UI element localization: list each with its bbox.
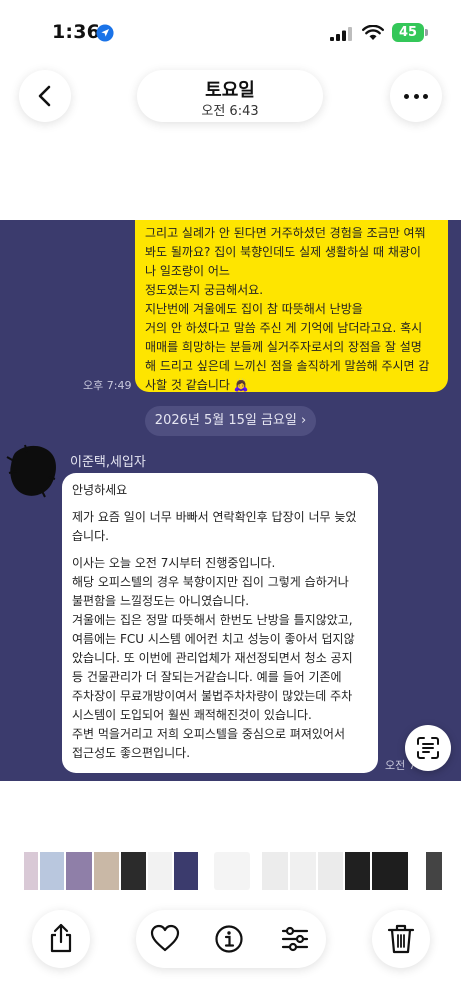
sent-message-line: 매매를 희망하는 분들께 실거주자로서의 장점을 잘 설명 [145, 340, 422, 354]
status-bar: 1:36 45 [0, 0, 461, 62]
photo-thumbnail[interactable] [24, 852, 38, 890]
photo-thumbnail[interactable] [214, 852, 250, 890]
more-dots-icon [404, 94, 409, 99]
received-message-line: 았습니다. 또 이번에 관리업체가 재선정되면서 청소 공지 [72, 651, 353, 665]
received-message-line: 주차장이 무료개방이여서 불법주차차량이 많았는데 주차 [72, 689, 353, 703]
received-message-line: 주변 먹을거리고 저희 오피스텔을 중심으로 펴져있어서 [72, 727, 345, 741]
more-dot [413, 94, 419, 99]
info-button[interactable] [214, 924, 246, 954]
received-message-line: 습니다. [72, 529, 109, 543]
photo-thumbnail[interactable] [290, 852, 316, 890]
avatar [6, 444, 56, 498]
received-message-line: 등 건물관리가 더 잘되는거같습니다. 예를 들어 기존에 [72, 670, 342, 684]
delete-button[interactable] [372, 910, 430, 968]
adjust-sliders-icon [281, 926, 309, 952]
page-subtitle: 오전 6:43 [201, 104, 259, 119]
date-divider-label: 2026년 5월 15일 금요일 [154, 413, 297, 428]
sent-message-line: 거의 안 하셨다고 말씀 주신 게 기억에 남더라고요. 혹시 [145, 321, 423, 335]
photo-thumbnail[interactable] [174, 852, 198, 890]
share-button[interactable] [32, 910, 90, 968]
sent-message-line: 해 드리고 싶은데 느끼신 점을 솔직하게 말씀해 주시면 감 [145, 359, 430, 373]
cellular-signal-icon [330, 27, 352, 41]
received-message-line: 이사는 오늘 오전 7시부터 진행중입니다. [72, 556, 276, 570]
info-icon [215, 925, 243, 953]
photo-thumbnail[interactable] [66, 852, 92, 890]
received-message-line: 제가 요즘 일이 너무 바빠서 연락확인후 답장이 너무 늦었 [72, 510, 357, 524]
bottom-toolbar [0, 910, 461, 970]
received-message-line: 여름에는 FCU 시스템 에어컨 치고 성능이 좋아서 덥지않 [72, 632, 355, 646]
received-message-line: 안녕하세요 [72, 483, 128, 497]
sent-message-line: 봐도 될까요? 집이 북향인데도 실제 생활하실 때 채광이 [145, 245, 421, 259]
received-message-line: 해당 오피스텔의 경우 북향이지만 집이 그렇게 습하거나 [72, 575, 349, 589]
adjust-button[interactable] [280, 924, 312, 954]
received-message-line: 겨울에는 집은 정말 따뜻해서 한번도 난방을 틀지않았고, [72, 613, 353, 627]
share-icon [50, 923, 72, 953]
sent-message-line: 그리고 실례가 안 된다면 거주하셨던 경험을 조금만 여쭤 [145, 226, 426, 240]
more-button[interactable] [390, 70, 442, 122]
photo-thumbnail[interactable] [40, 852, 64, 890]
sent-message-line: 나 일조량이 어느 [145, 264, 230, 278]
received-message-line: 불편함을 느낄정도는 아니였습니다. [72, 594, 250, 608]
wifi-icon [362, 25, 384, 40]
location-arrow-icon [96, 24, 114, 42]
back-button[interactable] [19, 70, 71, 122]
battery-cap [425, 29, 428, 36]
thumbnail-strip[interactable] [0, 852, 461, 890]
more-dot [423, 94, 428, 99]
photo-thumbnail[interactable] [121, 852, 146, 890]
heart-icon [150, 924, 180, 952]
photo-thumbnail[interactable] [148, 852, 172, 890]
received-message-line: 시스템이 도입되어 훨씬 쾌적해진것이 있습니다. [72, 708, 312, 722]
back-chevron-icon [38, 85, 51, 107]
nav-header: 토요일 오전 6:43 [0, 62, 461, 132]
sent-timestamp: 오후 7:49 [83, 379, 132, 392]
page-title: 토요일 [205, 80, 255, 101]
chat-screenshot[interactable]: 그리고 실례가 안 된다면 거주하셨던 경험을 조금만 여쭤 봐도 될까요? 집… [0, 220, 461, 781]
received-message-line: 접근성도 좋으편입니다. [72, 746, 191, 760]
favorite-button[interactable] [150, 924, 182, 954]
title-pill: 토요일 오전 6:43 [137, 70, 323, 122]
live-text-button[interactable] [405, 725, 451, 771]
photo-thumbnail[interactable] [372, 852, 408, 890]
chevron-right-icon: › [301, 413, 307, 428]
photo-thumbnail[interactable] [262, 852, 288, 890]
sender-name: 이준택,세입자 [70, 455, 146, 470]
photo-thumbnail[interactable] [345, 852, 370, 890]
photo-thumbnail[interactable] [94, 852, 119, 890]
photo-thumbnail[interactable] [426, 852, 442, 890]
status-time: 1:36 [52, 21, 101, 43]
sent-message-line: 사할 것 같습니다 🙇‍♀️ [145, 378, 249, 392]
sent-message-bubble: 그리고 실례가 안 된다면 거주하셨던 경험을 조금만 여쭤 봐도 될까요? 집… [135, 220, 448, 392]
photo-thumbnail[interactable] [318, 852, 343, 890]
sent-message-line: 정도였는지 궁금해서요. [145, 283, 264, 297]
sent-message-line: 지난번에 겨울에도 집이 참 따뜻해서 난방을 [145, 302, 363, 316]
received-message-bubble: 안녕하세요 제가 요즘 일이 너무 바빠서 연락확인후 답장이 너무 늦었 습니… [62, 473, 378, 773]
live-text-scan-icon [417, 737, 439, 759]
battery-icon: 45 [392, 23, 424, 42]
trash-icon [387, 924, 415, 954]
actions-pill [136, 910, 326, 968]
date-divider: 2026년 5월 15일 금요일 › [145, 406, 316, 436]
